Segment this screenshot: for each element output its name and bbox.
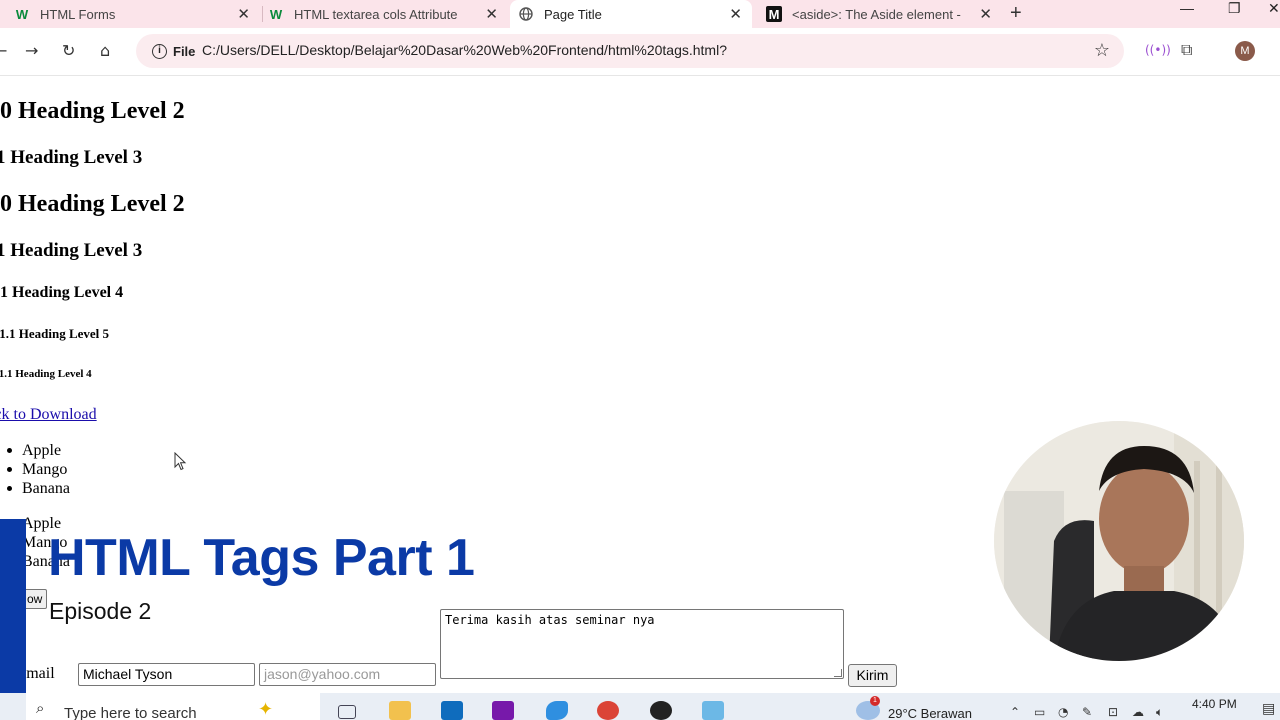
list-item: Apple [7, 441, 70, 460]
vscode-icon[interactable] [546, 701, 568, 720]
extensions-icon[interactable]: ⧉ [1181, 40, 1192, 60]
site-info-chip[interactable]: i File [142, 38, 205, 64]
taskbar-clock[interactable]: 4:40 PM [1192, 697, 1237, 711]
globe-icon [518, 6, 534, 22]
tab-bar: W HTML Forms ✕ W HTML textarea cols Attr… [0, 0, 1280, 28]
onenote-icon[interactable] [492, 701, 514, 720]
pen-icon[interactable]: ✎ [1082, 705, 1092, 719]
new-tab-button[interactable]: + [1010, 0, 1022, 26]
reload-icon[interactable]: ↻ [62, 41, 75, 60]
name-input[interactable]: Michael Tyson [78, 663, 255, 686]
taskbar-search[interactable]: ⌕ Type here to search ✦ [26, 693, 320, 720]
minimize-icon[interactable]: — [1180, 1, 1194, 15]
w3schools-icon: W [269, 6, 283, 22]
tab-label: Page Title [544, 6, 602, 22]
close-icon[interactable]: ✕ [237, 5, 250, 23]
file-explorer-icon[interactable] [389, 701, 411, 720]
email-input[interactable]: jason@yahoo.com [259, 663, 436, 686]
tab-html-textarea-cols[interactable]: W HTML textarea cols Attribute ✕ [268, 0, 508, 28]
forward-icon[interactable]: → [25, 41, 38, 60]
obs-icon[interactable] [650, 701, 672, 720]
notification-badge: 1 [870, 696, 880, 706]
textarea-text: Terima kasih atas seminar nya [445, 613, 655, 627]
chevron-up-icon[interactable]: ⌃ [1010, 705, 1020, 719]
overlay-accent-bar [0, 519, 26, 720]
broadcast-icon[interactable]: ((•)) [1145, 43, 1171, 57]
webcam-feed [994, 421, 1244, 661]
download-link[interactable]: ick to Download [0, 406, 97, 424]
submit-button[interactable]: Kirim [848, 664, 897, 687]
close-icon[interactable]: ✕ [485, 5, 498, 23]
mdn-icon: M [766, 6, 782, 22]
list-item: Mango [7, 460, 70, 479]
close-icon[interactable]: ✕ [729, 5, 742, 23]
heading-level-3: 1 Heading Level 3 [0, 240, 143, 261]
message-textarea[interactable]: Terima kasih atas seminar nya [440, 609, 844, 679]
unordered-list: Apple Mango Banana [7, 441, 70, 498]
list-item: Banana [7, 480, 70, 497]
tab-label: <aside>: The Aside element - H [792, 6, 964, 22]
bookmark-star-icon[interactable]: ☆ [1094, 40, 1110, 61]
windows-taskbar: ⌕ Type here to search ✦ 1 29°C Berawan ⌃… [0, 693, 1280, 720]
task-view-icon[interactable] [338, 705, 356, 719]
heading-level-2: 0 Heading Level 2 [0, 98, 185, 124]
browser-toolbar: ← → ↻ ⌂ i File C:/Users/DELL/Desktop/Bel… [0, 28, 1280, 76]
tab-page-title[interactable]: Page Title ✕ [510, 0, 752, 28]
weather-text[interactable]: 29°C Berawan [888, 706, 972, 720]
info-icon: i [152, 43, 167, 59]
heading-level-3: 1 Heading Level 3 [0, 147, 143, 168]
tab-html-forms[interactable]: W HTML Forms ✕ [14, 0, 260, 28]
heading-level-5: .1.1 Heading Level 5 [0, 326, 110, 341]
overlay-title: HTML Tags Part 1 [48, 529, 475, 587]
sync-icon[interactable]: ☁ [1132, 705, 1144, 719]
search-icon: ⌕ [36, 699, 45, 717]
app-icon[interactable] [702, 701, 724, 720]
volume-icon[interactable]: 🔈︎ [1156, 705, 1163, 720]
notifications-icon[interactable]: ▤ [1262, 701, 1275, 717]
outlook-icon[interactable] [441, 701, 463, 720]
heading-level-6: .1.1 Heading Level 4 [0, 368, 92, 380]
tab-aside-element[interactable]: M <aside>: The Aside element - H ✕ [766, 0, 1002, 28]
url-text[interactable]: C:/Users/DELL/Desktop/Belajar%20Dasar%20… [202, 42, 727, 58]
w3schools-icon: W [15, 6, 29, 22]
avatar[interactable]: M [1235, 41, 1255, 61]
mouse-cursor-icon [174, 452, 187, 471]
network-icon[interactable]: ⊡ [1108, 705, 1118, 719]
sparkle-icon: ✦ [258, 699, 274, 720]
tab-label: HTML textarea cols Attribute [294, 6, 458, 22]
address-bar[interactable]: i File C:/Users/DELL/Desktop/Belajar%20D… [136, 34, 1124, 68]
tab-divider [262, 6, 263, 22]
wifi-icon[interactable]: ◔ [1058, 705, 1068, 719]
close-window-icon[interactable]: ✕ [1268, 1, 1280, 15]
taskbar-search-placeholder: Type here to search [64, 705, 197, 720]
resize-handle[interactable] [834, 669, 842, 677]
back-icon[interactable]: ← [0, 41, 7, 60]
battery-icon[interactable]: ▭ [1034, 705, 1045, 719]
chrome-icon[interactable] [597, 701, 619, 720]
heading-level-2: 0 Heading Level 2 [0, 191, 185, 217]
heading-level-4: .1 Heading Level 4 [0, 284, 124, 301]
tab-label: HTML Forms [40, 6, 116, 22]
close-icon[interactable]: ✕ [979, 5, 992, 23]
site-chip-label: File [173, 43, 196, 59]
home-icon[interactable]: ⌂ [100, 41, 110, 60]
overlay-subtitle: Episode 2 [49, 598, 152, 624]
restore-icon[interactable]: ❐ [1228, 1, 1241, 15]
